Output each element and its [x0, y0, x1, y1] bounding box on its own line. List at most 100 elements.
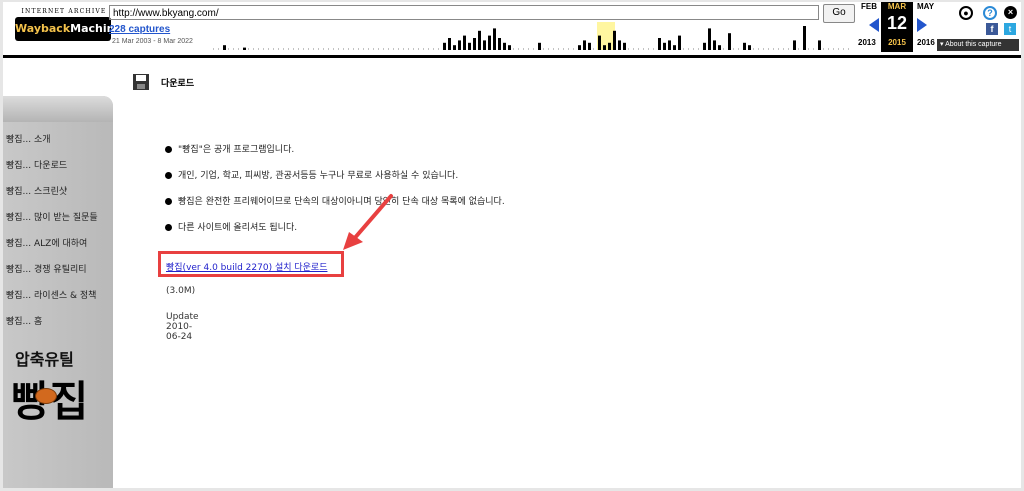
sparkline-baseline-tick: [698, 48, 699, 50]
next-year[interactable]: 2016: [917, 38, 935, 47]
sparkline-baseline-tick: [593, 48, 594, 50]
sparkline-baseline-tick: [513, 48, 514, 50]
sparkline-baseline-tick: [523, 48, 524, 50]
close-icon[interactable]: ×: [1004, 6, 1017, 19]
about-capture-button[interactable]: ▾ About this capture: [937, 39, 1019, 51]
sparkline-bar: [603, 45, 606, 50]
next-arrow-icon[interactable]: [917, 18, 927, 32]
help-icon[interactable]: ?: [983, 6, 997, 20]
bread-icon: [35, 388, 57, 404]
bullet-text: "빵집"은 공개 프로그램입니다.: [178, 145, 295, 155]
capture-sparkline[interactable]: [213, 22, 853, 50]
facebook-icon[interactable]: f: [986, 23, 998, 35]
sparkline-baseline-tick: [833, 48, 834, 50]
sparkline-baseline-tick: [788, 48, 789, 50]
sparkline-bar: [658, 38, 661, 50]
download-link[interactable]: 빵집(ver 4.0 build 2270) 설치 다운로드: [166, 260, 327, 273]
wayback-logo[interactable]: INTERNET ARCHIVE WaybackMachine: [15, 8, 122, 48]
capture-range: 21 Mar 2003 - 8 Mar 2022: [112, 38, 193, 45]
bullet-icon: [165, 146, 172, 153]
sparkline-baseline-tick: [543, 48, 544, 50]
sparkline-baseline-tick: [278, 48, 279, 50]
sidebar-item-alz[interactable]: 빵집... ALZ에 대하여: [6, 236, 87, 249]
sparkline-bar: [703, 42, 706, 50]
sparkline-baseline-tick: [738, 48, 739, 50]
sparkline-baseline-tick: [308, 48, 309, 50]
sparkline-baseline-tick: [333, 48, 334, 50]
sparkline-baseline-tick: [238, 48, 239, 50]
sparkline-baseline-tick: [783, 48, 784, 50]
captures-link[interactable]: 228 captures: [109, 24, 170, 35]
sparkline-baseline-tick: [418, 48, 419, 50]
sparkline-baseline-tick: [758, 48, 759, 50]
list-item: "빵집"은 공개 프로그램입니다.: [165, 142, 294, 155]
sparkline-baseline-tick: [573, 48, 574, 50]
update-date: Update 2010-06-24: [166, 312, 199, 342]
sparkline-baseline-tick: [248, 48, 249, 50]
sparkline-baseline-tick: [353, 48, 354, 50]
bullet-icon: [165, 224, 172, 231]
sparkline-bar: [463, 35, 466, 50]
sidebar-item-intro[interactable]: 빵집... 소개: [6, 132, 51, 145]
sparkline-bar: [588, 42, 591, 50]
sparkline-bar: [743, 42, 746, 50]
sidebar-item-competitors[interactable]: 빵집... 경쟁 유틸리티: [6, 262, 87, 275]
twitter-icon[interactable]: t: [1004, 23, 1016, 35]
sparkline-baseline-tick: [413, 48, 414, 50]
prev-arrow-icon[interactable]: [869, 18, 879, 32]
sparkline-baseline-tick: [528, 48, 529, 50]
sparkline-bar: [223, 45, 226, 50]
sidebar-item-download[interactable]: 빵집... 다운로드: [6, 158, 67, 171]
sparkline-bar: [613, 30, 616, 50]
sparkline-bar: [713, 40, 716, 50]
sparkline-bar: [708, 28, 711, 50]
current-year: 2015: [888, 38, 906, 47]
sparkline-baseline-tick: [558, 48, 559, 50]
sparkline-bar: [618, 40, 621, 50]
wayback-url-input[interactable]: http://www.bkyang.com/: [109, 5, 819, 20]
sparkline-bar: [748, 45, 751, 50]
sparkline-baseline-tick: [343, 48, 344, 50]
bullet-icon: [165, 172, 172, 179]
sparkline-bar: [578, 45, 581, 50]
sparkline-baseline-tick: [568, 48, 569, 50]
current-month: MAR: [887, 2, 907, 11]
sparkline-baseline-tick: [323, 48, 324, 50]
sidebar-item-home[interactable]: 빵집... 홈: [6, 314, 42, 327]
sparkline-bar: [483, 40, 486, 50]
page-title: 다운로드: [161, 79, 195, 89]
sidebar-item-screenshot[interactable]: 빵집... 스크린샷: [6, 184, 67, 197]
sparkline-baseline-tick: [393, 48, 394, 50]
sparkline-baseline-tick: [403, 48, 404, 50]
sparkline-baseline-tick: [348, 48, 349, 50]
logo-top-text: INTERNET ARCHIVE: [21, 8, 107, 15]
sidebar-item-license[interactable]: 빵집... 라이센스 & 정책: [6, 288, 96, 301]
prev-year[interactable]: 2013: [858, 38, 876, 47]
go-button[interactable]: Go: [823, 4, 855, 23]
sparkline-baseline-tick: [273, 48, 274, 50]
sparkline-baseline-tick: [518, 48, 519, 50]
sparkline-bar: [678, 35, 681, 50]
sparkline-bar: [493, 28, 496, 50]
sparkline-baseline-tick: [733, 48, 734, 50]
sparkline-bar: [243, 47, 246, 50]
sparkline-baseline-tick: [533, 48, 534, 50]
sparkline-baseline-tick: [303, 48, 304, 50]
bullet-text: 다른 사이트에 올리셔도 됩니다.: [178, 223, 298, 233]
about-capture-label: About this capture: [945, 41, 1002, 48]
sparkline-bar: [673, 45, 676, 50]
sparkline-baseline-tick: [328, 48, 329, 50]
sparkline-baseline-tick: [653, 48, 654, 50]
browser-viewport: INTERNET ARCHIVE WaybackMachine http://w…: [3, 2, 1021, 488]
next-month[interactable]: MAY: [917, 2, 934, 11]
user-icon[interactable]: ●: [959, 6, 973, 20]
sidebar-item-faq[interactable]: 빵집... 많이 받는 질문들: [6, 210, 98, 223]
prev-month[interactable]: FEB: [861, 2, 877, 11]
sparkline-baseline-tick: [838, 48, 839, 50]
sidebar-header: [3, 96, 113, 122]
sparkline-baseline-tick: [363, 48, 364, 50]
sparkline-bar: [623, 42, 626, 50]
sparkline-bar: [488, 35, 491, 50]
sparkline-baseline-tick: [368, 48, 369, 50]
sparkline-baseline-tick: [258, 48, 259, 50]
